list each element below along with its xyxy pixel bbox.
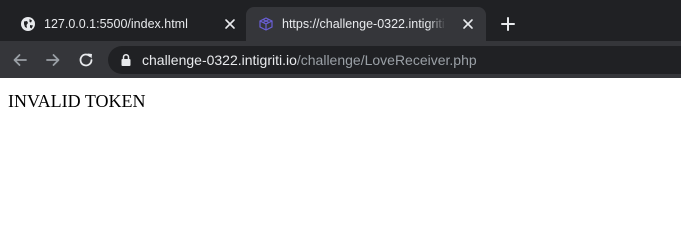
reload-icon[interactable] [76, 50, 96, 70]
lock-icon[interactable] [119, 53, 133, 67]
url-host: challenge-0322.intigriti.io [142, 52, 297, 68]
tab-strip: 127.0.0.1:5500/index.html https://challe… [0, 0, 681, 41]
close-icon[interactable] [222, 16, 238, 32]
url-text[interactable]: challenge-0322.intigriti.io/challenge/Lo… [142, 52, 477, 68]
tab-title: https://challenge-0322.intigriti.io/chal… [282, 16, 446, 32]
arrow-left-icon[interactable] [10, 50, 30, 70]
page-body-text: INVALID TOKEN [8, 91, 146, 111]
intigriti-favicon [259, 17, 273, 31]
plus-icon[interactable] [498, 14, 518, 34]
url-path: /challenge/LoveReceiver.php [296, 52, 477, 68]
tab-localhost[interactable]: 127.0.0.1:5500/index.html [8, 7, 246, 41]
globe-icon [21, 17, 35, 31]
close-icon[interactable] [460, 16, 476, 32]
address-bar[interactable]: challenge-0322.intigriti.io/challenge/Lo… [108, 46, 681, 74]
tab-title: 127.0.0.1:5500/index.html [44, 17, 188, 31]
browser-chrome: 127.0.0.1:5500/index.html https://challe… [0, 0, 681, 78]
page-content: INVALID TOKEN [0, 78, 681, 239]
browser-toolbar: challenge-0322.intigriti.io/challenge/Lo… [0, 41, 681, 78]
arrow-right-icon[interactable] [43, 50, 63, 70]
tab-intigriti-challenge[interactable]: https://challenge-0322.intigriti.io/chal… [246, 7, 486, 41]
